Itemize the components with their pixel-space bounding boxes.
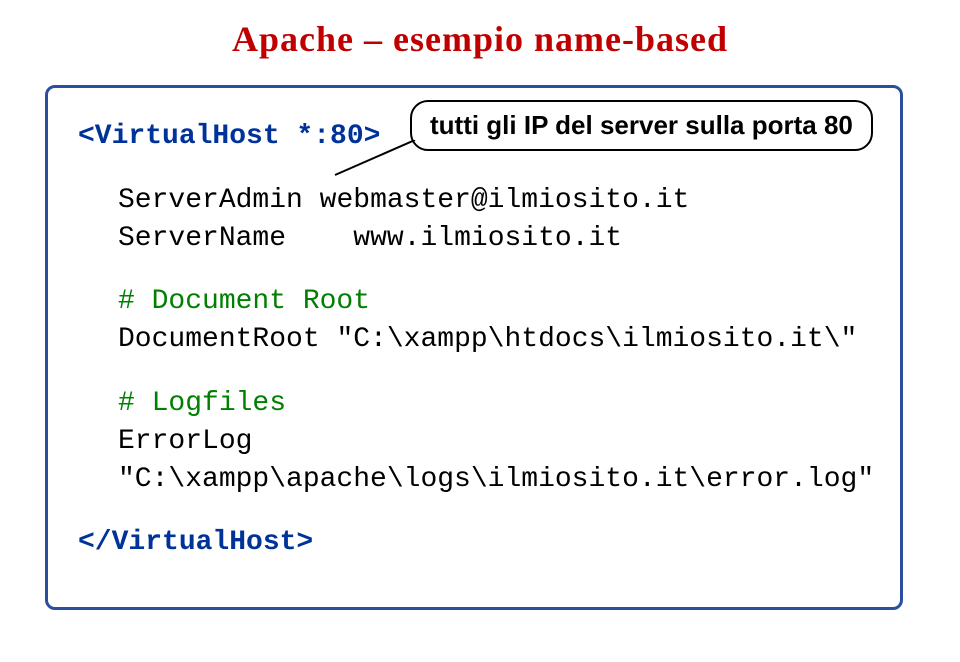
servername-value: www.ilmiosito.it <box>353 223 622 254</box>
code-box: <VirtualHost *:80> ServerAdmin webmaster… <box>45 85 903 610</box>
logfiles-comment: # Logfiles <box>118 385 870 423</box>
virtualhost-close-tag: </VirtualHost> <box>78 527 313 558</box>
documentroot-key: DocumentRoot <box>118 324 320 355</box>
documentroot-comment: # Document Root <box>118 283 870 321</box>
callout-bubble: tutti gli IP del server sulla porta 80 <box>410 100 873 151</box>
page-title: Apache – esempio name-based <box>0 0 960 60</box>
serveradmin-value: webmaster@ilmiosito.it <box>320 185 690 216</box>
virtualhost-open-tag: <VirtualHost *:80> <box>78 121 380 152</box>
servername-key: ServerName <box>118 223 286 254</box>
errorlog-key: ErrorLog <box>118 426 252 457</box>
errorlog-value: "C:\xampp\apache\logs\ilmiosito.it\error… <box>118 464 874 495</box>
serveradmin-key: ServerAdmin <box>118 185 303 216</box>
documentroot-value: "C:\xampp\htdocs\ilmiosito.it\" <box>336 324 857 355</box>
